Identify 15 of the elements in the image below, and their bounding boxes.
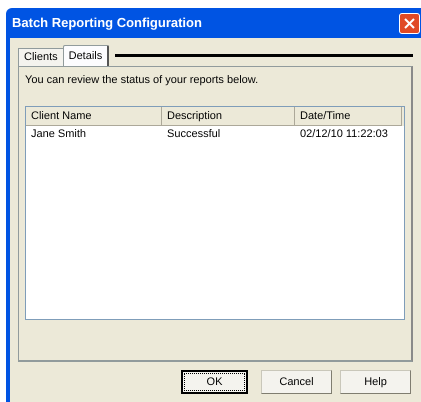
table-cell-text: Jane Smith — [30, 126, 88, 142]
close-button[interactable] — [399, 12, 420, 34]
column-header[interactable]: Client Name — [26, 107, 162, 126]
column-header[interactable]: Description — [162, 107, 295, 126]
tab[interactable]: Clients — [18, 48, 63, 66]
table-cell-text: 02/12/10 11:22:03 — [299, 126, 389, 142]
dialog-button[interactable]: Help — [340, 370, 411, 394]
dialog-button[interactable]: Cancel — [261, 370, 332, 394]
tab[interactable]: Details — [62, 45, 110, 66]
instruction-text: You can review the status of your reports below. — [25, 73, 260, 88]
window-title: Batch Reporting Configuration — [12, 14, 202, 32]
column-header[interactable]: Date/Time — [295, 107, 402, 126]
dialog-button[interactable]: OK — [181, 370, 248, 394]
close-icon — [404, 18, 415, 28]
table-cell-text: Successful — [166, 126, 222, 142]
